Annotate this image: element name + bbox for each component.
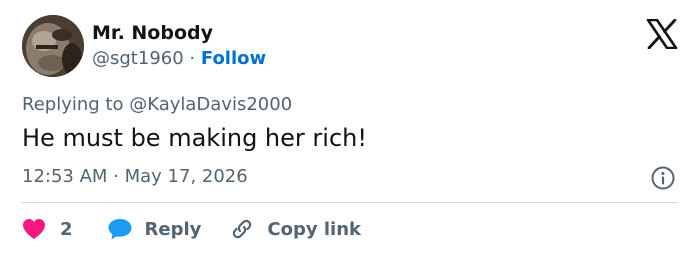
x-logo-icon[interactable] [646,19,678,49]
tweet-text: He must be making her rich! [22,124,367,152]
tweet-timestamp[interactable]: 12:53 AM · May 17, 2026 [22,166,248,187]
copy-link-label: Copy link [267,218,361,240]
avatar-image [22,15,84,77]
reply-context: Replying to @KaylaDavis2000 [22,94,292,115]
reply-mention-link[interactable]: @KaylaDavis2000 [129,94,292,115]
action-bar: 2 Reply Copy link [22,214,361,244]
like-button[interactable]: 2 [22,218,73,240]
speech-bubble-icon [108,219,132,240]
reply-context-prefix: Replying to [22,94,124,115]
reply-button[interactable]: Reply [107,217,202,241]
handle-separator: · [189,48,196,69]
handle-row: @sgt1960 · Follow [92,48,266,69]
user-handle[interactable]: @sgt1960 [92,48,184,69]
copy-link-button[interactable]: Copy link [229,216,361,242]
reply-label: Reply [144,218,202,240]
follow-button[interactable]: Follow [201,48,266,69]
info-icon[interactable] [650,165,676,191]
display-name[interactable]: Mr. Nobody [92,22,213,44]
heart-icon [23,219,45,239]
embedded-tweet-card: Mr. Nobody @sgt1960 · Follow Replying to… [0,0,700,256]
link-icon [233,219,252,239]
divider [22,202,678,203]
like-count: 2 [60,218,73,240]
avatar[interactable] [22,15,84,77]
